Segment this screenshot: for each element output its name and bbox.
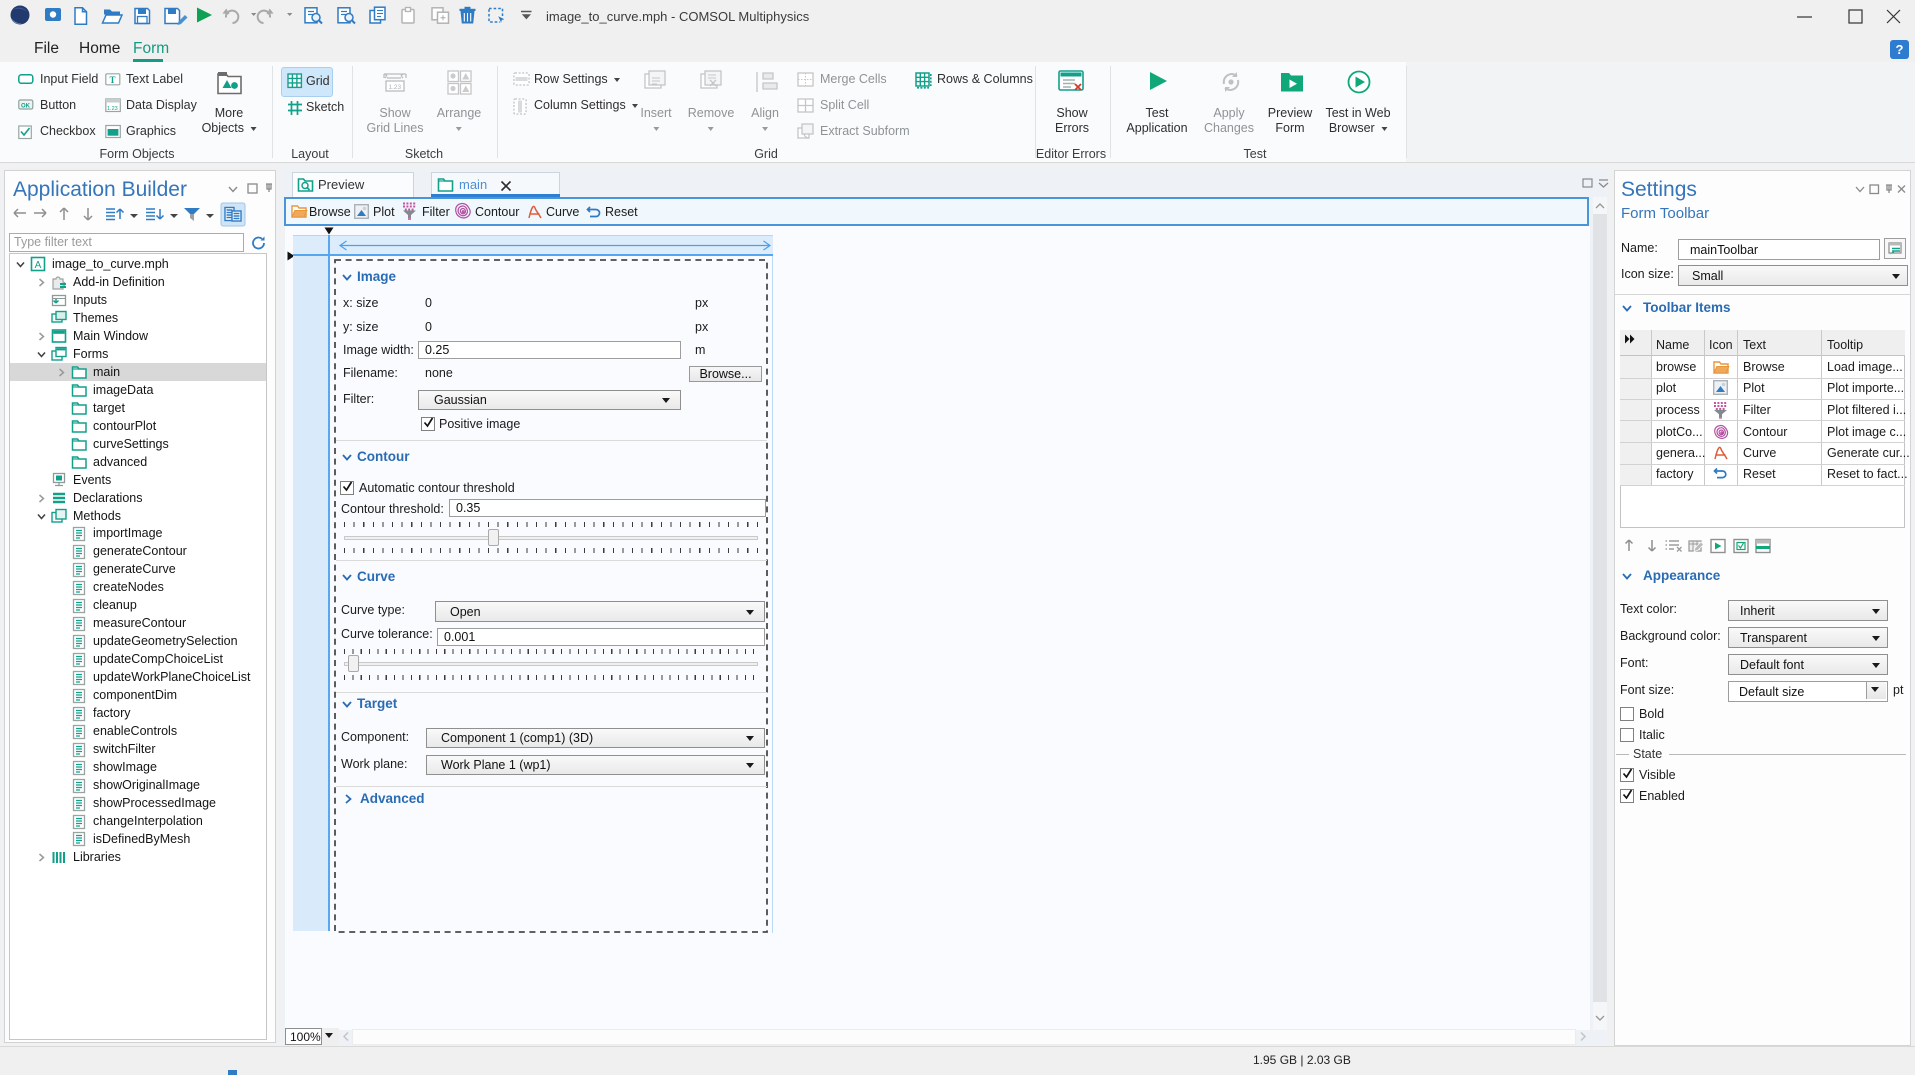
svg-text:1.23: 1.23 [107,106,118,112]
svg-text:A: A [35,260,42,271]
svg-text:OK: OK [21,104,31,110]
svg-text:1.23: 1.23 [389,84,402,91]
svg-text:T: T [110,75,116,85]
